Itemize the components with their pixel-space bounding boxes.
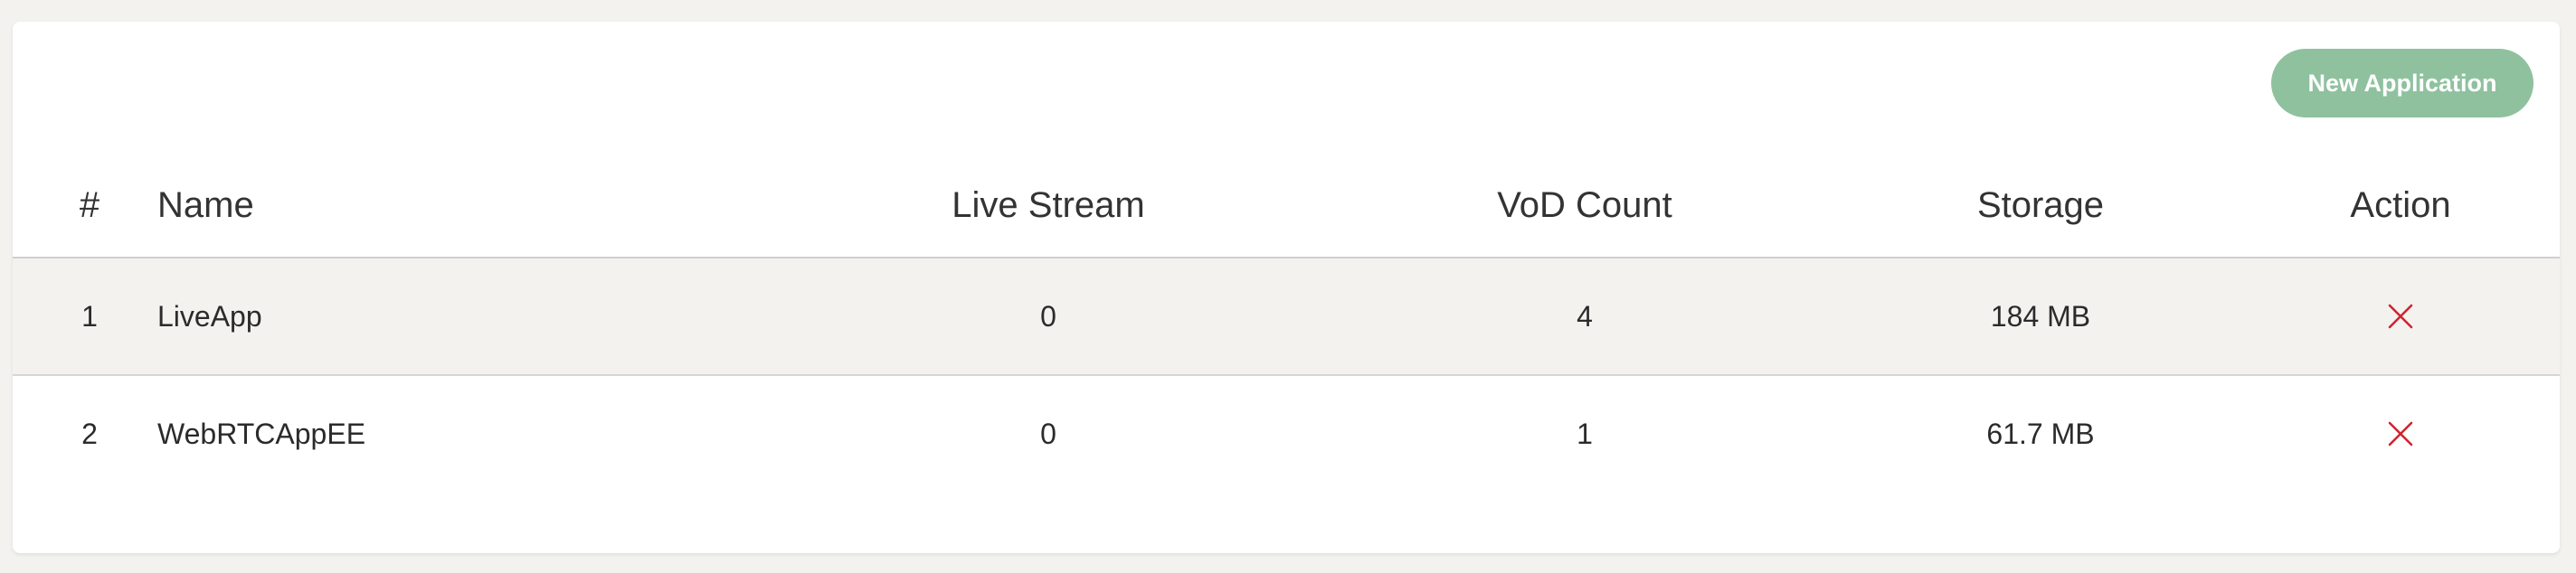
- row-action: [2265, 258, 2536, 374]
- header-live-stream: Live Stream: [952, 184, 1145, 225]
- applications-table: # Name Live Stream VoD Count Storage Act…: [13, 157, 2560, 492]
- header-action: Action: [2350, 184, 2451, 225]
- close-icon: [2388, 304, 2413, 329]
- row-action: [2265, 376, 2536, 492]
- row-vod-count: 4: [1577, 299, 1593, 333]
- table-header-row: # Name Live Stream VoD Count Storage Act…: [13, 157, 2560, 258]
- delete-application-button[interactable]: [2382, 416, 2419, 452]
- delete-application-button[interactable]: [2382, 298, 2419, 334]
- row-live-stream: 0: [1040, 299, 1056, 333]
- row-name: LiveApp: [157, 299, 262, 333]
- row-number: 2: [81, 417, 98, 450]
- header-storage: Storage: [1976, 184, 2105, 225]
- applications-card: New Application # Name Live Stream VoD C…: [13, 22, 2560, 553]
- row-storage: 61.7 MB: [1986, 417, 2095, 450]
- table-row: 1 LiveApp 0 4 184 MB: [13, 258, 2560, 376]
- close-icon: [2388, 421, 2413, 446]
- row-number: 1: [81, 299, 98, 333]
- row-vod-count: 1: [1577, 417, 1593, 450]
- header-name: Name: [157, 184, 254, 225]
- header-vod-count: VoD Count: [1497, 184, 1672, 225]
- header-number: #: [79, 184, 100, 225]
- row-storage: 184 MB: [1990, 299, 2091, 333]
- row-live-stream: 0: [1040, 417, 1056, 450]
- table-row: 2 WebRTCAppEE 0 1 61.7 MB: [13, 376, 2560, 492]
- new-application-button[interactable]: New Application: [2271, 49, 2533, 117]
- row-name: WebRTCAppEE: [157, 417, 366, 450]
